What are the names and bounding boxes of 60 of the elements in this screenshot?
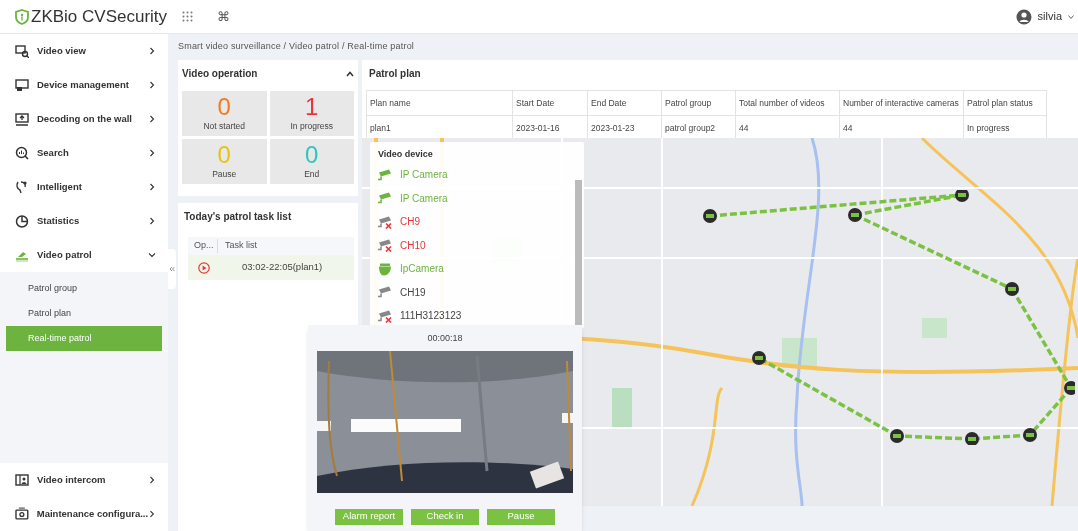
chevron-right-icon	[148, 149, 156, 157]
menu-item[interactable]: Decoding on the wall	[0, 102, 168, 136]
menu-item[interactable]: Maintenance configura...	[0, 497, 168, 531]
counter-value: 1	[305, 94, 319, 121]
column-header: Total number of videos	[735, 90, 840, 116]
collapse-up-icon[interactable]	[346, 70, 354, 77]
chevron-right-icon	[148, 183, 156, 191]
submenu-item[interactable]: Patrol group	[0, 276, 168, 301]
chevron-right-icon	[148, 115, 156, 123]
app-logo: ZKBio CVSecurity	[31, 5, 168, 28]
user-avatar-icon[interactable]	[1015, 8, 1032, 25]
contact-card-icon	[15, 473, 29, 487]
collapse-handle[interactable]	[168, 249, 176, 289]
camera-frame-icon	[15, 507, 29, 521]
menu-item[interactable]: Video patrol	[0, 238, 168, 272]
collapse-icon[interactable]	[169, 266, 175, 272]
counter-label: Not started	[203, 120, 246, 133]
column-header: Task list	[224, 239, 257, 253]
menu-item[interactable]: Statistics	[0, 204, 168, 238]
chevron-down-icon	[148, 251, 156, 259]
panel-title: Video operation	[182, 67, 258, 81]
submenu-item[interactable]: Patrol plan	[0, 301, 168, 326]
chevron-right-icon	[148, 47, 156, 55]
panel-title: Today's patrol task list	[184, 210, 293, 224]
pie-chart-icon	[15, 214, 29, 228]
column-header: Patrol plan status	[963, 90, 1047, 116]
app-grid-icon[interactable]	[182, 11, 193, 22]
screen-upload-icon	[15, 112, 29, 126]
counter-label: End	[304, 168, 320, 181]
chevron-right-icon	[148, 476, 156, 484]
column-header: Plan name	[366, 90, 513, 116]
column-header: Patrol group	[661, 90, 736, 116]
task-row[interactable]: 03:02-22:05(plan1)	[188, 255, 354, 280]
chevron-right-icon	[148, 510, 156, 518]
menu-item[interactable]: Intelligent	[0, 170, 168, 204]
column-header: Start Date	[512, 90, 588, 116]
user-name[interactable]: silvia	[1037, 8, 1062, 25]
menu-item[interactable]: Device management	[0, 68, 168, 102]
counter-label: Pause	[212, 168, 237, 181]
chevron-right-icon	[148, 217, 156, 225]
menu-item[interactable]: Video view	[0, 34, 168, 68]
breadcrumb: Smart video surveillance / Video patrol / Real-time patrol	[178, 40, 416, 54]
device-icon	[15, 78, 29, 92]
chevron-right-icon	[148, 81, 156, 89]
menu-item[interactable]: Search	[0, 136, 168, 170]
caret-icon[interactable]	[1068, 13, 1074, 20]
counter-value: 0	[217, 142, 231, 169]
column-header: Number of interactive cameras	[839, 90, 964, 116]
counter-value: 0	[217, 94, 231, 121]
shield-logo-icon	[15, 8, 29, 25]
shortcut-icon[interactable]: ⌘	[217, 6, 230, 27]
monitor-search-icon	[15, 44, 29, 58]
counter-label: In progress	[290, 120, 333, 133]
play-icon[interactable]	[198, 261, 210, 274]
column-header: Op...	[188, 239, 218, 253]
menu-item[interactable]: Video intercom	[0, 463, 168, 497]
counter-value: 0	[305, 142, 319, 169]
column-header: End Date	[587, 90, 662, 116]
search-icon	[15, 146, 29, 160]
panel-title: Patrol plan	[369, 67, 422, 81]
